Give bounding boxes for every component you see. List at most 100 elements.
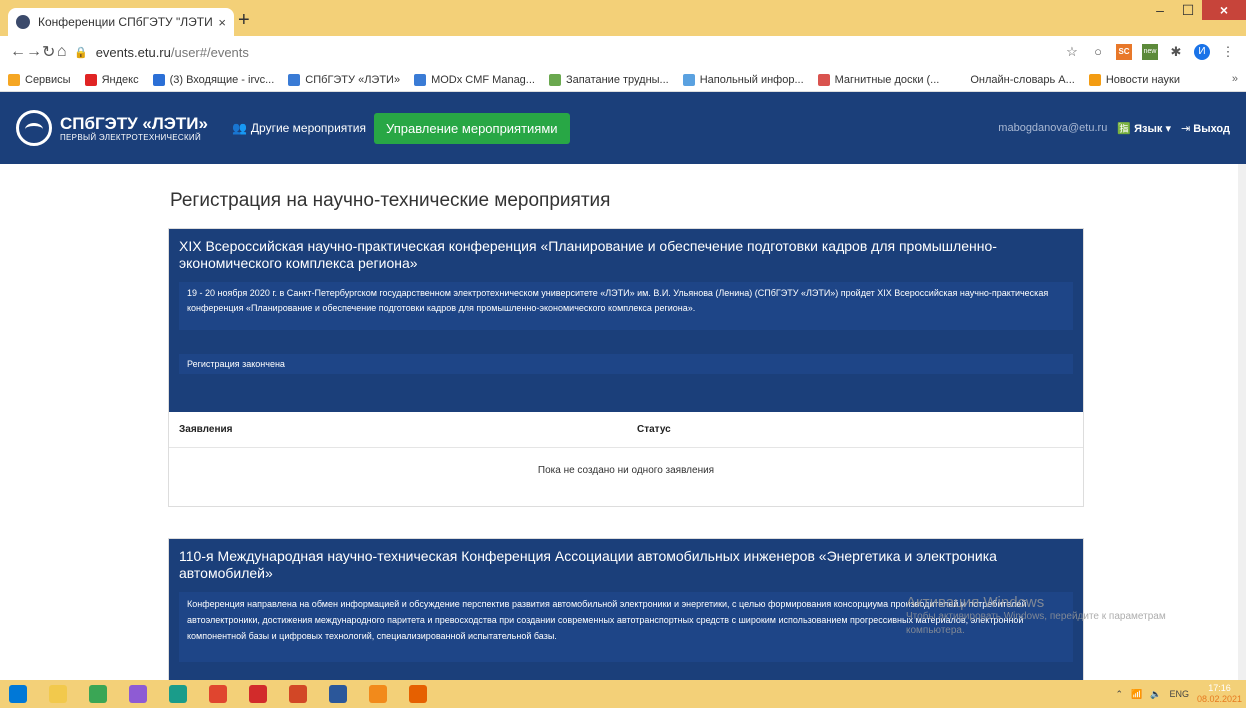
language-label: Язык: [1134, 122, 1163, 135]
profile-avatar[interactable]: И: [1194, 44, 1210, 60]
mail-icon: [152, 73, 165, 86]
clock[interactable]: 17:16 08.02.2021: [1197, 683, 1242, 705]
bookmark-label: Сервисы: [25, 73, 71, 86]
extension-sc-icon[interactable]: SC: [1116, 44, 1132, 60]
logo-subtitle: первый электротехнический: [60, 132, 202, 142]
taskbar-app[interactable]: [84, 683, 112, 705]
extension-new-icon[interactable]: new: [1142, 44, 1158, 60]
watermark-line: Чтобы активировать Windows, перейдите к …: [906, 611, 1166, 622]
bookmark-item[interactable]: (3) Входящие - irvc...: [152, 73, 275, 86]
site-logo[interactable]: СПбГЭТУ «ЛЭТИ» первый электротехнический: [16, 110, 208, 146]
powerpoint-icon: [289, 685, 307, 703]
input-language[interactable]: ENG: [1169, 689, 1189, 699]
science-icon: [1088, 73, 1101, 86]
maximize-button[interactable]: ☐: [1174, 0, 1202, 20]
language-dropdown[interactable]: 🈯 Язык ▾: [1117, 122, 1171, 135]
main-content: Регистрация на научно-технические меропр…: [0, 164, 1246, 680]
event-card: XIX Всероссийская научно-практическая ко…: [168, 228, 1084, 507]
status-column: Статус: [637, 424, 671, 435]
bookmark-item[interactable]: Онлайн-словарь А...: [953, 73, 1075, 86]
bookmark-label: MODx CMF Manag...: [431, 73, 535, 86]
start-button[interactable]: [4, 683, 32, 705]
app-teal-icon: [169, 685, 187, 703]
taskbar-app[interactable]: [364, 683, 392, 705]
page-scrollbar[interactable]: [1238, 164, 1246, 680]
yandex-icon: [84, 73, 97, 86]
page-title: Регистрация на научно-технические меропр…: [170, 190, 611, 211]
bookmark-label: (3) Входящие - irvc...: [169, 73, 275, 86]
taskbar-app[interactable]: [324, 683, 352, 705]
users-icon: 👥: [231, 121, 247, 135]
event-title: 110-я Международная научно-техническая К…: [179, 548, 997, 581]
taskbar-app[interactable]: [284, 683, 312, 705]
bookmark-item[interactable]: Запатание трудны...: [548, 73, 669, 86]
logout-icon: ⇥: [1180, 122, 1191, 135]
tab-title: Конференции СПбГЭТУ "ЛЭТИ": [38, 15, 213, 29]
browser-tab[interactable]: Конференции СПбГЭТУ "ЛЭТИ" ×: [8, 8, 234, 36]
user-email[interactable]: mabogdanova@etu.ru: [998, 122, 1107, 134]
bookmark-star-icon[interactable]: ☆: [1064, 44, 1080, 60]
windows-logo-icon: [9, 685, 27, 703]
bookmark-label: Новости науки: [1105, 73, 1180, 86]
header-user-area: mabogdanova@etu.ru 🈯 Язык ▾ ⇥ Выход: [998, 122, 1230, 135]
new-tab-button[interactable]: +: [238, 10, 250, 30]
nav-other-label: Другие мероприятия: [250, 121, 367, 135]
display-icon: [682, 73, 695, 86]
tab-close-icon[interactable]: ×: [218, 15, 226, 30]
bookmark-label: Онлайн-словарь А...: [970, 73, 1075, 86]
bookmarks-overflow-icon[interactable]: »: [1232, 73, 1238, 85]
menu-kebab-icon[interactable]: ⋮: [1220, 44, 1236, 60]
applications-empty-message: Пока не создано ни одного заявления: [537, 465, 715, 476]
bookmarks-bar: Сервисы Яндекс (3) Входящие - irvc... СП…: [0, 68, 1246, 92]
leti-emblem-icon: [16, 110, 52, 146]
reload-icon[interactable]: ↻: [42, 42, 55, 62]
bookmark-item[interactable]: Магнитные доски (...: [817, 73, 939, 86]
acrobat-icon: [249, 685, 267, 703]
volume-icon[interactable]: 🔈: [1150, 689, 1161, 700]
apps-grid-icon: [8, 73, 20, 86]
system-tray: ⌃ 📶 🔈 ENG 17:16 08.02.2021: [1115, 683, 1242, 705]
firefox-icon: [409, 685, 427, 703]
nav-manage-events-button[interactable]: Управление мероприятиями: [374, 112, 570, 144]
bookmark-item[interactable]: Яндекс: [84, 73, 139, 86]
taskbar-app[interactable]: [204, 683, 232, 705]
window-controls: – ☐ ×: [1146, 0, 1246, 22]
taskbar-app[interactable]: [244, 683, 272, 705]
extensions-puzzle-icon[interactable]: ✱: [1168, 44, 1184, 60]
taskbar-app[interactable]: [404, 683, 432, 705]
watermark-title: Активация Windows: [906, 594, 1045, 611]
bookmark-item[interactable]: Новости науки: [1088, 73, 1180, 86]
bookmark-item[interactable]: MODx CMF Manag...: [414, 73, 535, 86]
bookmark-label: СПбГЭТУ «ЛЭТИ»: [305, 73, 401, 86]
nav-other-events[interactable]: 👥 Другие мероприятия: [232, 121, 366, 135]
tray-chevron-icon[interactable]: ⌃: [1115, 689, 1123, 700]
taskbar-app[interactable]: [44, 683, 72, 705]
browser-titlebar: Конференции СПбГЭТУ "ЛЭТИ" × + – ☐ ×: [0, 0, 1246, 36]
forward-icon[interactable]: →: [26, 43, 42, 61]
network-icon[interactable]: 📶: [1131, 689, 1142, 700]
bookmark-item[interactable]: Сервисы: [8, 73, 71, 86]
taskbar-app[interactable]: [164, 683, 192, 705]
close-window-button[interactable]: ×: [1202, 0, 1246, 20]
word-icon: [329, 685, 347, 703]
lock-icon: 🔒: [74, 46, 88, 59]
globe-icon: [288, 73, 301, 86]
event-header: XIX Всероссийская научно-практическая ко…: [169, 229, 1083, 412]
address-bar[interactable]: 🔒 events.etu.ru/user#/events: [74, 40, 1064, 64]
event-title: XIX Всероссийская научно-практическая ко…: [179, 238, 997, 271]
back-icon[interactable]: ←: [10, 43, 26, 61]
url-path: /user#/events: [170, 44, 249, 60]
extension-circle-icon[interactable]: ○: [1090, 44, 1106, 60]
bookmark-item[interactable]: Напольный инфор...: [682, 73, 804, 86]
windows-activation-watermark: Активация Windows Чтобы активировать Win…: [906, 594, 1166, 638]
home-icon[interactable]: ⌂: [55, 43, 68, 61]
taskbar-app[interactable]: [124, 683, 152, 705]
puzzle-icon: [548, 73, 561, 86]
clock-date: 08.02.2021: [1196, 694, 1242, 704]
chrome-icon: [209, 685, 227, 703]
app-green-icon: [89, 685, 107, 703]
bookmark-label: Напольный инфор...: [699, 73, 804, 86]
bookmark-item[interactable]: СПбГЭТУ «ЛЭТИ»: [288, 73, 401, 86]
minimize-button[interactable]: –: [1146, 0, 1174, 20]
logout-link[interactable]: ⇥ Выход: [1181, 122, 1230, 135]
